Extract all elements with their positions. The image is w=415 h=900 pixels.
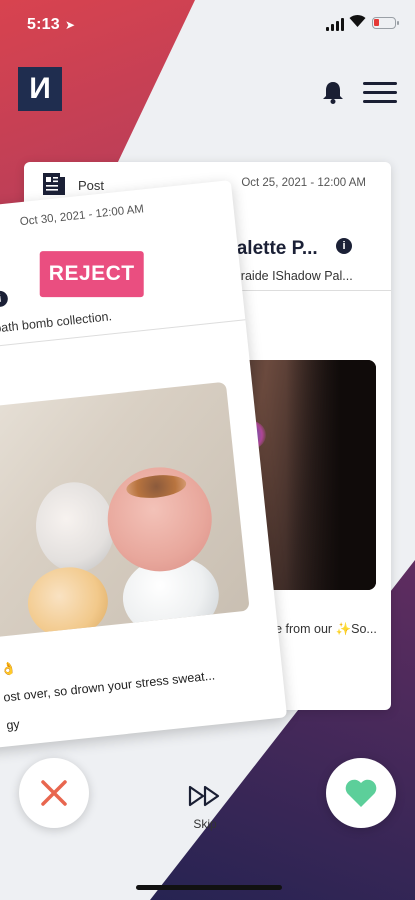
- battery-icon: [372, 17, 399, 29]
- heart-icon: [345, 779, 377, 807]
- info-icon[interactable]: i: [0, 290, 9, 308]
- info-icon[interactable]: i: [336, 238, 352, 254]
- like-button[interactable]: [326, 758, 396, 828]
- post-caption-line: gy: [5, 717, 21, 733]
- status-time: 5:13: [27, 16, 60, 33]
- post-caption-line: ost over, so drown your stress sweat...: [2, 668, 216, 705]
- close-icon: [41, 780, 67, 806]
- hamburger-menu-icon[interactable]: [363, 82, 397, 104]
- wifi-icon: [349, 14, 366, 32]
- post-type-label: Post: [78, 178, 105, 193]
- post-date: Oct 25, 2021 - 12:00 AM: [241, 177, 366, 189]
- post-photo: [0, 381, 250, 640]
- home-indicator: [136, 885, 282, 890]
- bell-icon[interactable]: [322, 80, 344, 104]
- status-bar: 5:13 ➤: [0, 0, 415, 50]
- skip-button[interactable]: Skip: [185, 785, 225, 835]
- cellular-signal-icon: [326, 18, 344, 31]
- post-caption-line: 👌: [0, 661, 17, 677]
- reject-button[interactable]: [19, 758, 89, 828]
- reject-stamp: REJECT: [39, 251, 144, 298]
- newspaper-icon: [42, 172, 66, 196]
- skip-label: Skip: [193, 817, 217, 831]
- app-logo[interactable]: И: [18, 67, 62, 111]
- location-arrow-icon: ➤: [65, 18, 76, 32]
- post-date: Oct 30, 2021 - 12:00 AM: [19, 203, 145, 229]
- post-subtitle: ew bath bomb collection.: [0, 309, 113, 337]
- fast-forward-icon: [188, 785, 220, 807]
- post-caption: ere from our ✨So...: [264, 622, 377, 636]
